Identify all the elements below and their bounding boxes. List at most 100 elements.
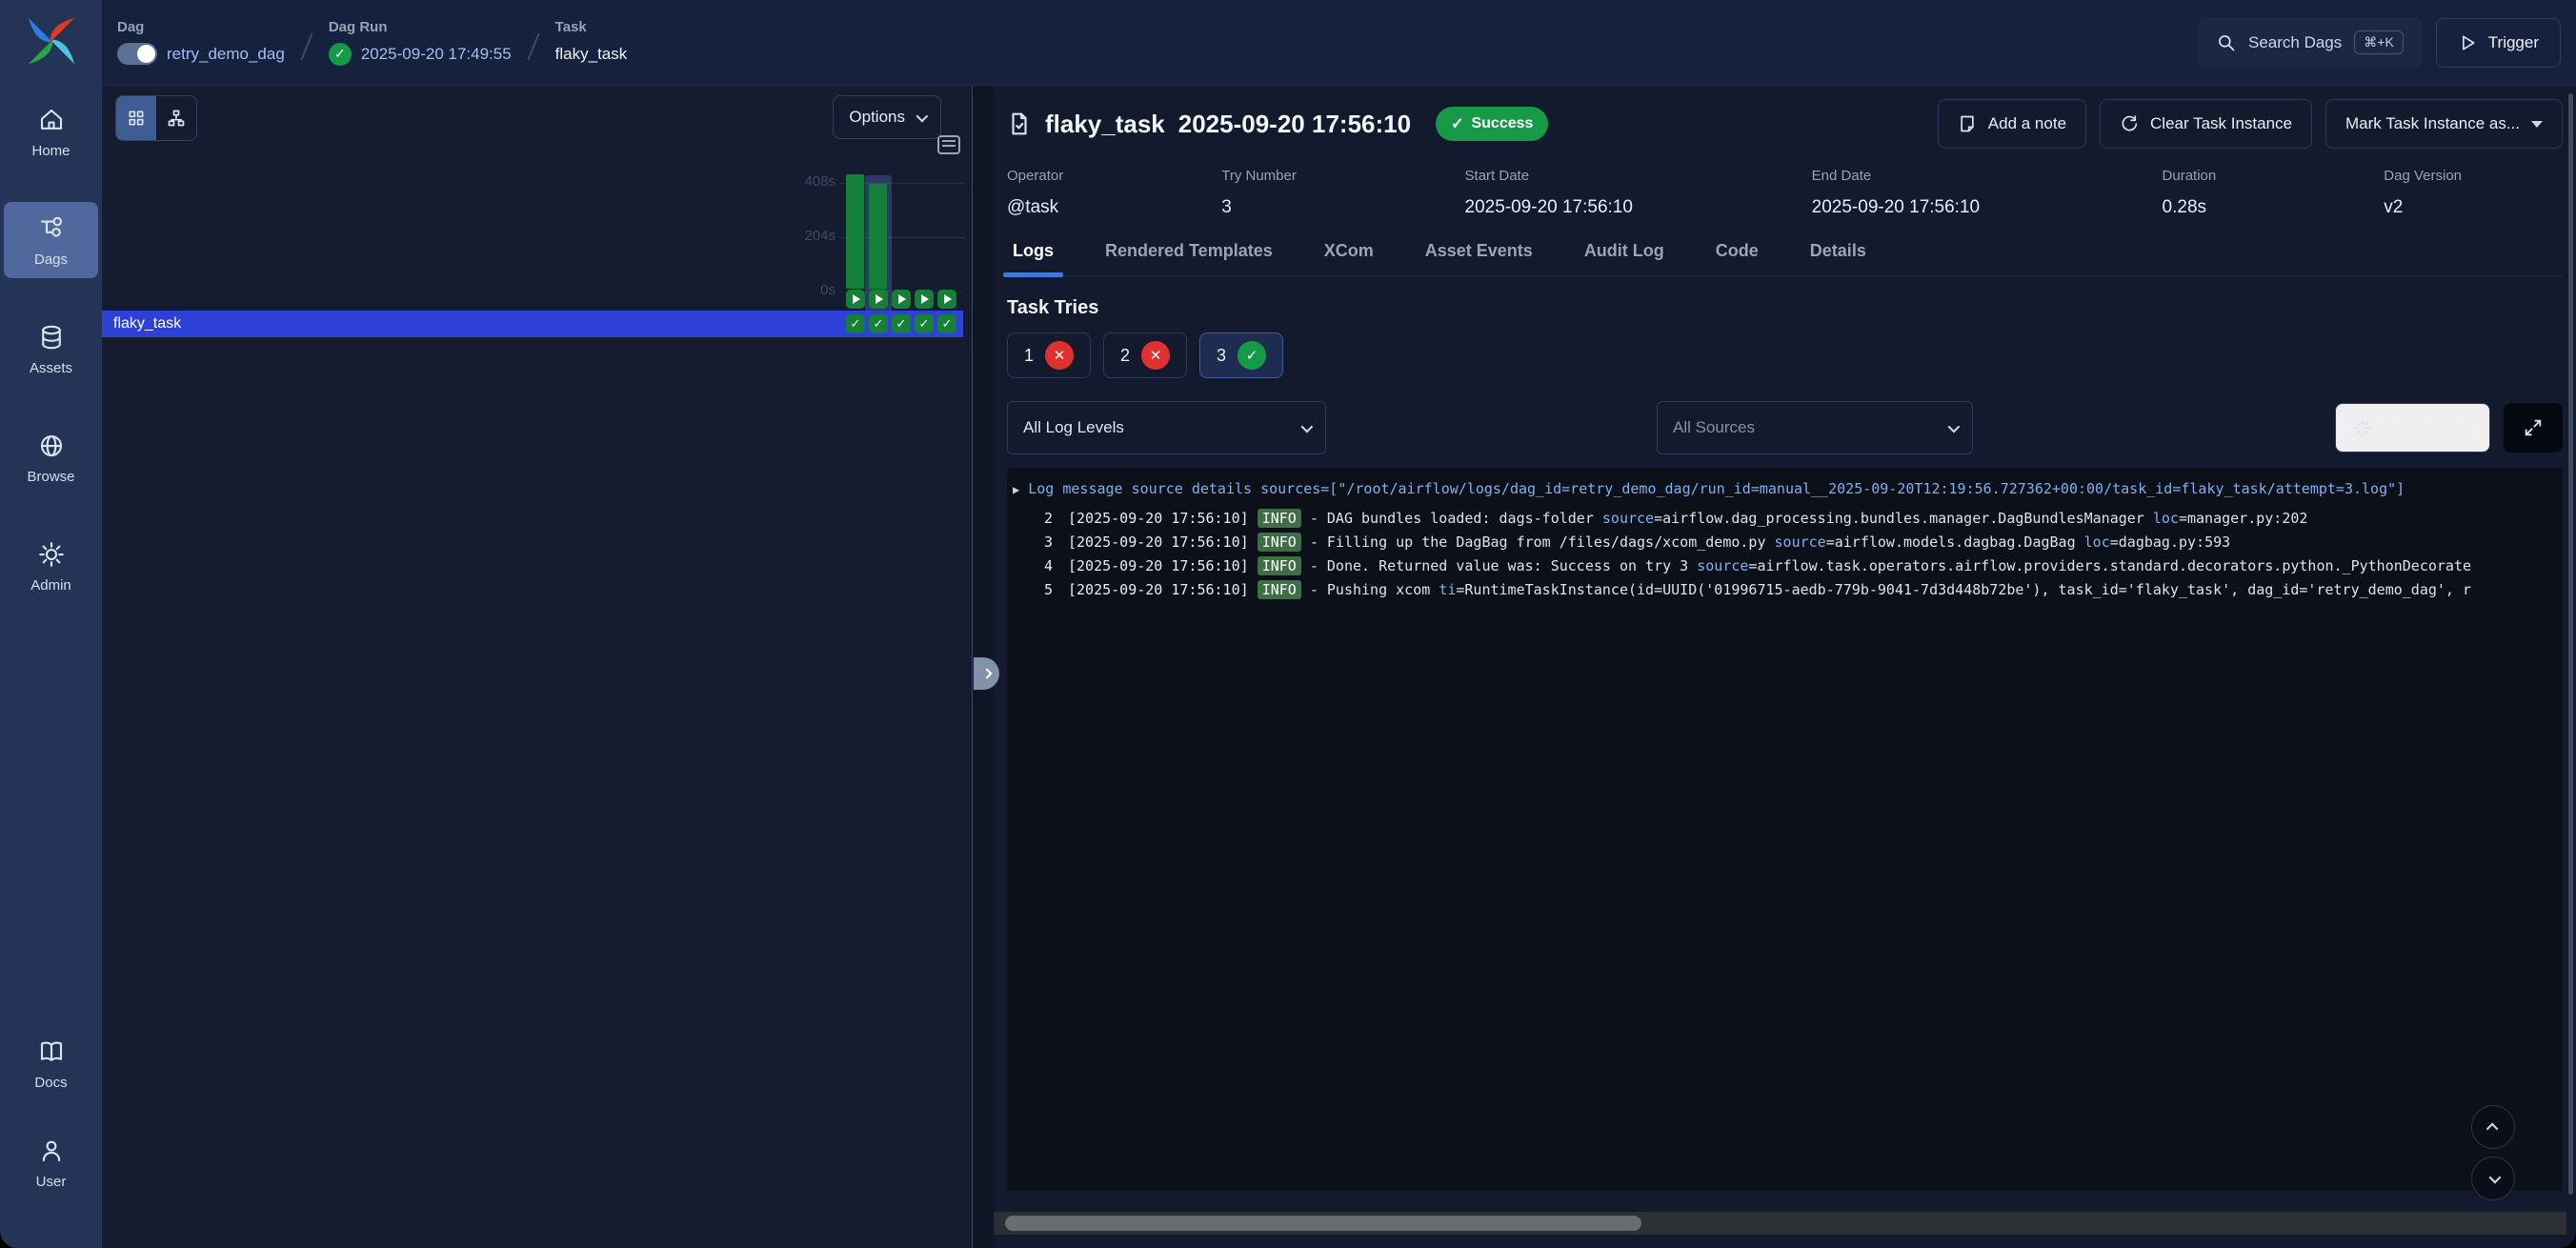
log-segment-key: source — [1775, 533, 1826, 551]
graph-view-button[interactable] — [156, 96, 196, 140]
options-label: Options — [849, 108, 905, 127]
meta-dag-version: Dag Versionv2 — [2384, 168, 2563, 218]
task-instance-square[interactable]: ✓ — [937, 314, 956, 333]
status-badge: ✓Success — [1436, 107, 1548, 141]
task-try-2[interactable]: 2✕ — [1103, 332, 1187, 378]
dag-pause-toggle[interactable] — [117, 43, 157, 65]
log-segment-key: loc — [2084, 533, 2110, 551]
run-duration-bar[interactable] — [846, 174, 864, 289]
run-duration-bar[interactable] — [869, 184, 887, 289]
log-sources-select[interactable]: All Sources — [1657, 401, 1973, 454]
play-icon — [898, 294, 906, 304]
log-segment-ts: [2025-09-20 17:56:10] — [1068, 557, 1258, 574]
sidebar-item-label: Admin — [30, 577, 71, 594]
collapse-triangle-icon[interactable]: ▶ — [1013, 483, 1019, 496]
task-try-3[interactable]: 3✓ — [1199, 332, 1283, 378]
sidebar-item-dags[interactable]: Dags — [4, 202, 98, 278]
log-segment-txt: - Done. Returned value was: Success on t… — [1301, 557, 1697, 574]
breadcrumb-dag-link[interactable]: retry_demo_dag — [167, 45, 285, 64]
tab-xcom[interactable]: XCom — [1318, 241, 1379, 275]
trigger-button[interactable]: Trigger — [2436, 18, 2561, 68]
mark-task-instance-as-button[interactable]: Mark Task Instance as... — [2325, 99, 2563, 149]
breadcrumb-run-link[interactable]: 2025-09-20 17:49:55 — [361, 45, 512, 64]
airflow-app: Home Dags Assets Browse Admin Docs Use — [0, 0, 2576, 1248]
log-segment-info: INFO — [1258, 509, 1301, 528]
sidebar-item-admin[interactable]: Admin — [4, 528, 98, 604]
vertical-scrollbar[interactable] — [2568, 93, 2573, 1195]
sidebar-item-home[interactable]: Home — [4, 93, 98, 170]
sidebar-item-assets[interactable]: Assets — [4, 311, 98, 387]
options-dropdown[interactable]: Options — [833, 95, 941, 139]
chevron-down-icon — [1948, 420, 1961, 433]
try-number: 2 — [1120, 346, 1130, 366]
sidebar-item-label: Dags — [34, 252, 68, 268]
task-row-flaky-task[interactable]: flaky_task — [102, 311, 963, 337]
tab-details[interactable]: Details — [1804, 241, 1872, 275]
sidebar-item-user[interactable]: User — [4, 1124, 98, 1200]
log-line: 4 [2025-09-20 17:56:10] INFO - Done. Retu… — [1013, 554, 2559, 578]
horizontal-scrollbar[interactable] — [994, 1212, 2566, 1235]
breadcrumb-task-label: Task — [555, 19, 628, 35]
log-source-line[interactable]: ▶ Log message source details sources=["/r… — [1013, 477, 2559, 502]
log-segment-key: source — [1602, 510, 1654, 527]
tab-logs[interactable]: Logs — [1007, 241, 1059, 275]
breadcrumb-task-value: flaky_task — [555, 45, 628, 64]
add-note-button[interactable]: Add a note — [1938, 99, 2086, 149]
mark-as-label: Mark Task Instance as... — [2345, 114, 2520, 133]
trigger-label: Trigger — [2488, 33, 2539, 52]
y-axis-tick: 408s — [775, 173, 835, 190]
task-instance-square[interactable]: ✓ — [869, 314, 888, 333]
airflow-logo-icon[interactable] — [24, 13, 79, 69]
duration-chart: 408s204s0sflaky_task✓✓✓✓✓ — [102, 86, 972, 1248]
task-try-1[interactable]: 1✕ — [1007, 332, 1091, 378]
horizontal-scrollbar-thumb[interactable] — [1005, 1216, 1641, 1231]
log-levels-select[interactable]: All Log Levels — [1007, 401, 1326, 454]
dag-run-state-square[interactable] — [937, 290, 956, 309]
sidebar: Home Dags Assets Browse Admin Docs Use — [0, 0, 102, 1248]
tab-asset-events[interactable]: Asset Events — [1419, 241, 1539, 275]
dag-run-state-square[interactable] — [846, 290, 865, 309]
grid-view-button[interactable] — [116, 96, 156, 140]
tab-code[interactable]: Code — [1710, 241, 1764, 275]
dag-run-state-square[interactable] — [892, 290, 911, 309]
log-output[interactable]: ▶ Log message source details sources=["/r… — [1007, 468, 2563, 1191]
meta-label: Try Number — [1221, 168, 1464, 184]
sidebar-item-docs[interactable]: Docs — [4, 1025, 98, 1101]
log-segment-info: INFO — [1258, 533, 1301, 552]
meta-label: End Date — [1812, 168, 2163, 184]
search-dags-button[interactable]: Search Dags ⌘+K — [2198, 18, 2423, 68]
fullscreen-button[interactable] — [2504, 403, 2563, 453]
sidebar-item-browse[interactable]: Browse — [4, 419, 98, 495]
grid-panel: Options 408s204s0sflaky_task✓✓✓✓✓ — [102, 86, 972, 1248]
user-icon — [37, 1137, 66, 1165]
log-line: 5[2025-09-20 17:56:10] INFO - Pushing xc… — [1013, 578, 2559, 602]
log-source-text: Log message source details sources=["/ro… — [1028, 480, 2405, 497]
task-instance-square[interactable]: ✓ — [915, 314, 934, 333]
clear-task-instance-button[interactable]: Clear Task Instance — [2100, 99, 2312, 149]
task-row-label: flaky_task — [102, 315, 181, 332]
log-line-number: 4 — [1013, 554, 1053, 578]
dag-run-state-square[interactable] — [869, 290, 888, 309]
meta-duration: Duration0.28s — [2163, 168, 2385, 218]
y-axis-tick: 204s — [775, 228, 835, 244]
scroll-to-bottom-button[interactable] — [2471, 1157, 2515, 1200]
log-segment-txt: =airflow.dag_processing.bundles.manager.… — [1654, 510, 2153, 527]
try-number: 1 — [1024, 346, 1034, 366]
scroll-to-top-button[interactable] — [2471, 1105, 2515, 1149]
log-segment-txt: =airflow.models.dagbag.DagBag — [1826, 533, 2084, 551]
log-segment-txt: - Pushing xcom — [1301, 581, 1439, 598]
sidebar-item-label: Assets — [30, 360, 72, 376]
log-settings-button[interactable]: Log Settings — [2335, 403, 2490, 453]
meta-label: Operator — [1007, 168, 1221, 184]
log-segment-txt: =RuntimeTaskInstance(id=UUID('01996715-a… — [1456, 581, 2471, 598]
task-instance-square[interactable]: ✓ — [846, 314, 865, 333]
breadcrumb-run-label: Dag Run — [329, 19, 512, 35]
tab-audit-log[interactable]: Audit Log — [1579, 241, 1670, 275]
tab-rendered-templates[interactable]: Rendered Templates — [1099, 241, 1278, 275]
chevron-down-icon — [2488, 1171, 2501, 1183]
task-instance-square[interactable]: ✓ — [892, 314, 911, 333]
log-segment-info: INFO — [1258, 556, 1301, 575]
breadcrumb-separator — [300, 32, 312, 60]
dag-run-state-square[interactable] — [915, 290, 934, 309]
task-instance-name: flaky_task — [1045, 110, 1165, 139]
